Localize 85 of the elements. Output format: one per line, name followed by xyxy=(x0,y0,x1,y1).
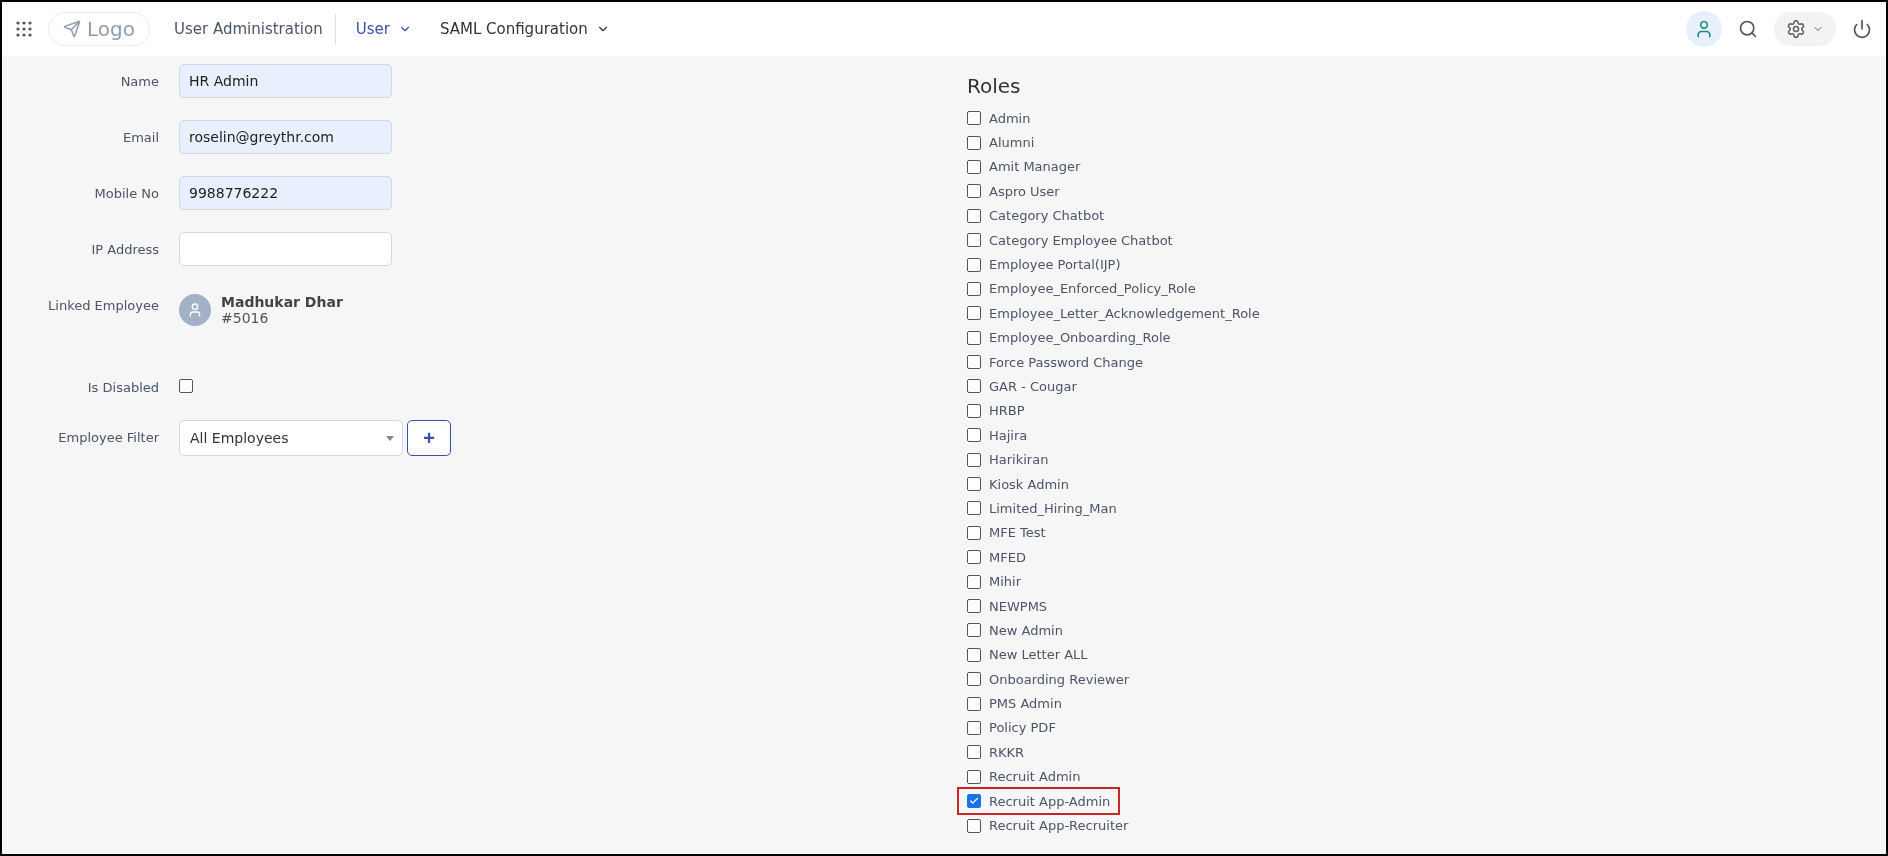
field-label: Employee Filter xyxy=(57,429,159,445)
field-label: IP Address xyxy=(90,241,159,257)
checkbox[interactable] xyxy=(967,403,981,418)
checkbox[interactable] xyxy=(967,135,981,150)
settings-button[interactable] xyxy=(1774,12,1836,46)
role-option[interactable]: Alumni xyxy=(959,130,1043,155)
input-field[interactable]: 9988776222 xyxy=(179,176,392,210)
checkbox[interactable] xyxy=(967,257,981,272)
role-option[interactable]: Force Password Change xyxy=(959,349,1151,375)
role-option[interactable]: New Admin xyxy=(959,618,1071,643)
roles-title: Roles xyxy=(967,74,1022,98)
checkbox[interactable] xyxy=(967,452,981,467)
role-option[interactable]: MFED xyxy=(959,545,1034,570)
role-option[interactable]: Category Chatbot xyxy=(959,203,1113,228)
role-option[interactable]: Policy PDF xyxy=(959,715,1064,741)
checkbox[interactable] xyxy=(967,647,981,662)
checkbox[interactable] xyxy=(967,818,981,833)
employee-code: #5016 xyxy=(221,310,270,326)
role-option[interactable]: Harikiran xyxy=(959,447,1057,472)
role-option[interactable]: Employee Portal(IJP) xyxy=(959,252,1129,277)
field-label: Linked Employee xyxy=(47,297,159,313)
role-option[interactable]: Admin xyxy=(959,106,1039,131)
role-option[interactable]: Kiosk Admin xyxy=(959,471,1077,497)
field-label: Email xyxy=(121,129,159,145)
role-option[interactable]: Limited_Hiring_Man xyxy=(959,496,1125,521)
checkbox[interactable] xyxy=(967,745,981,760)
role-option[interactable]: Employee_Enforced_Policy_Role xyxy=(959,276,1204,302)
role-option[interactable]: Employee_Letter_Acknowledgement_Role xyxy=(959,301,1268,326)
role-option[interactable]: NEWPMS xyxy=(959,593,1056,619)
select-field[interactable]: All Employees xyxy=(179,420,403,456)
checkbox[interactable] xyxy=(967,623,981,638)
role-option[interactable]: MFE Test xyxy=(959,520,1054,546)
role-option[interactable]: HRBP xyxy=(959,398,1033,424)
checkbox[interactable] xyxy=(967,330,981,345)
checkbox[interactable] xyxy=(967,355,981,370)
checkbox[interactable] xyxy=(967,696,981,711)
checkbox[interactable] xyxy=(967,184,981,199)
nav-menu[interactable]: User xyxy=(347,16,420,42)
role-option[interactable]: Mihir xyxy=(959,569,1030,594)
checkbox[interactable] xyxy=(967,281,981,296)
role-option[interactable]: Onboarding Reviewer xyxy=(959,667,1137,692)
checkbox[interactable] xyxy=(967,525,981,540)
role-option[interactable]: Employee_Onboarding_Role xyxy=(959,325,1179,350)
checkbox[interactable] xyxy=(967,794,981,809)
role-option[interactable]: Recruit App-Recruiter xyxy=(959,813,1137,838)
add-button[interactable]: + xyxy=(407,420,451,456)
role-option[interactable]: Amit Manager xyxy=(959,154,1089,180)
role-option[interactable]: PMS Admin xyxy=(959,691,1070,716)
avatar-icon xyxy=(179,294,211,326)
role-option[interactable]: Recruit App-Admin xyxy=(959,788,1119,814)
check-icon xyxy=(969,796,979,807)
checkbox[interactable] xyxy=(967,477,981,492)
checkbox[interactable] xyxy=(967,599,981,613)
checkbox[interactable] xyxy=(967,208,981,223)
input-field[interactable]: HR Admin xyxy=(179,64,392,98)
checkbox[interactable] xyxy=(967,379,981,394)
checkbox[interactable] xyxy=(967,111,981,126)
role-option[interactable]: Category Employee Chatbot xyxy=(959,227,1181,253)
checkbox[interactable] xyxy=(967,233,981,248)
role-option[interactable]: New Letter ALL xyxy=(959,642,1096,667)
checkbox[interactable] xyxy=(967,672,981,687)
field-label: Is Disabled xyxy=(86,379,159,395)
role-option[interactable]: RKKR xyxy=(959,740,1033,765)
checkbox[interactable] xyxy=(179,379,193,393)
input-field[interactable] xyxy=(179,232,392,266)
employee-name: Madhukar Dhar xyxy=(221,294,343,310)
checkbox[interactable] xyxy=(967,428,981,443)
role-option[interactable]: Recruit Admin xyxy=(959,764,1089,789)
checkbox[interactable] xyxy=(967,769,981,784)
checkbox[interactable] xyxy=(967,550,981,565)
breadcrumb: User Administration xyxy=(161,14,336,44)
checkbox[interactable] xyxy=(967,720,981,735)
field-label: Name xyxy=(119,73,159,89)
input-field[interactable]: roselin@greythr.com xyxy=(179,120,392,154)
checkbox[interactable] xyxy=(967,574,981,589)
checkbox[interactable] xyxy=(967,501,981,516)
settings-icon xyxy=(1786,19,1806,39)
role-option[interactable]: Aspro User xyxy=(959,179,1068,204)
role-option[interactable]: Hajira xyxy=(959,423,1036,448)
field-label: Mobile No xyxy=(93,185,159,201)
checkbox[interactable] xyxy=(967,306,981,321)
nav-menu[interactable]: SAML Configuration xyxy=(431,16,618,42)
user-avatar[interactable] xyxy=(1686,11,1722,47)
role-option[interactable]: GAR - Cougar xyxy=(959,374,1085,399)
checkbox[interactable] xyxy=(967,159,981,174)
